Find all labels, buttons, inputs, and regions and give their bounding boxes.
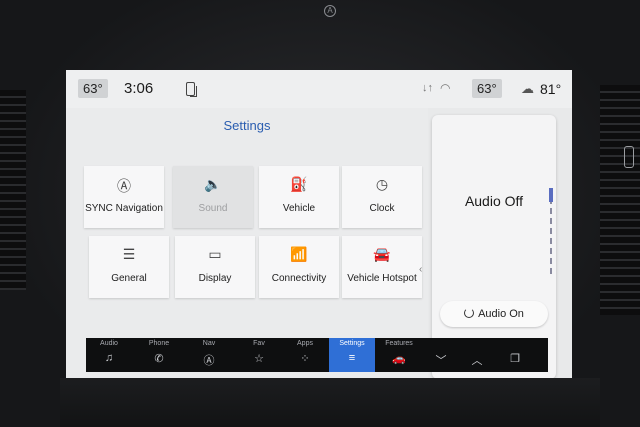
tile-label: Vehicle Hotspot bbox=[347, 273, 417, 284]
audio-on-label: Audio On bbox=[478, 308, 524, 320]
nav-apps[interactable]: Apps ⁘ bbox=[282, 338, 328, 372]
vent-knob bbox=[624, 146, 634, 168]
bottom-nav-bar: Audio ♫ Phone ✆ Nav Ⓐ Fav ☆ Apps ⁘ Setti… bbox=[86, 338, 548, 372]
nav-features[interactable]: Features 🚗 bbox=[376, 338, 422, 372]
tile-connectivity[interactable]: 📶 Connectivity bbox=[259, 236, 339, 298]
signal-icon: ↓↑ bbox=[422, 82, 433, 94]
power-icon bbox=[464, 308, 475, 318]
audio-status: Audio Off bbox=[464, 193, 524, 209]
nav-multitask[interactable]: ❐ bbox=[492, 338, 538, 372]
tile-general[interactable]: ☰ General bbox=[89, 236, 169, 298]
display-icon: ▭ bbox=[208, 246, 222, 262]
tile-display[interactable]: ▭ Display bbox=[175, 236, 255, 298]
nav-settings[interactable]: Settings ≡ bbox=[329, 338, 375, 372]
tile-sound[interactable]: 🔈 Sound bbox=[173, 166, 253, 228]
audio-on-button[interactable]: Audio On bbox=[440, 301, 548, 327]
tile-vehicle[interactable]: ⛽ Vehicle bbox=[259, 166, 339, 228]
nav-audio[interactable]: Audio ♫ bbox=[86, 338, 132, 372]
tile-label: General bbox=[111, 273, 147, 284]
car-icon: 🚗 bbox=[392, 353, 406, 365]
tile-label: Connectivity bbox=[271, 273, 327, 284]
scrollbar-thumb[interactable] bbox=[549, 188, 553, 202]
tile-label: Sound bbox=[198, 203, 228, 214]
wifi-icon: ◠ bbox=[440, 81, 451, 95]
clock-time: 3:06 bbox=[124, 80, 154, 97]
right-air-vent bbox=[600, 85, 640, 315]
nav-label: Apps bbox=[297, 340, 313, 347]
nav-label: Nav bbox=[202, 340, 216, 347]
ford-badge-icon: A bbox=[324, 5, 336, 17]
nav-phone[interactable]: Phone ✆ bbox=[136, 338, 182, 372]
tile-label: Clock bbox=[369, 203, 395, 214]
windows-icon: ❐ bbox=[510, 353, 520, 365]
tile-label: Vehicle bbox=[282, 203, 316, 214]
nav-label: Fav bbox=[253, 340, 265, 347]
tile-clock[interactable]: ◷ Clock bbox=[342, 166, 422, 228]
phone-icon: ✆ bbox=[154, 353, 164, 365]
star-icon: ☆ bbox=[254, 353, 264, 365]
dash-trim bbox=[60, 378, 600, 427]
weather-icon: ☁ bbox=[521, 81, 534, 96]
tile-sync-navigation[interactable]: Ⓐ SYNC Navigation bbox=[84, 166, 164, 228]
apps-grid-icon: ⁘ bbox=[300, 353, 310, 365]
cabin-temp-right[interactable]: 63° bbox=[472, 79, 502, 98]
sliders-icon: ☰ bbox=[122, 246, 136, 262]
outside-temp: 81° bbox=[540, 81, 562, 97]
speaker-icon: 🔈 bbox=[204, 176, 222, 192]
vehicle-icon: ⛽ bbox=[290, 176, 308, 192]
nav-label: Phone bbox=[148, 340, 170, 347]
chevron-left-icon[interactable]: ‹ bbox=[419, 264, 422, 275]
status-bar: 63° 3:06 ↓↑ ◠ 63° ☁ 81° bbox=[66, 70, 572, 108]
nav-label: Audio bbox=[100, 340, 118, 347]
navigation-icon: Ⓐ bbox=[117, 178, 131, 194]
settings-sliders-icon: ≡ bbox=[348, 352, 356, 364]
cabin-temp-left[interactable]: 63° bbox=[78, 79, 108, 98]
music-note-icon: ♫ bbox=[104, 352, 114, 364]
phone-icon[interactable] bbox=[186, 82, 197, 97]
left-air-vent bbox=[0, 90, 26, 290]
navigation-icon: Ⓐ bbox=[203, 355, 215, 367]
nav-label: Features bbox=[385, 340, 413, 347]
clock-icon: ◷ bbox=[375, 176, 389, 192]
tile-label: SYNC Navigation bbox=[85, 203, 163, 214]
tile-vehicle-hotspot[interactable]: 🚘 Vehicle Hotspot bbox=[342, 236, 422, 298]
nav-fav[interactable]: Fav ☆ bbox=[236, 338, 282, 372]
hotspot-icon: 🚘 bbox=[373, 246, 391, 262]
wifi-icon: 📶 bbox=[290, 246, 308, 262]
tile-label: Display bbox=[198, 273, 232, 284]
nav-label: Settings bbox=[339, 340, 365, 347]
nav-nav[interactable]: Nav Ⓐ bbox=[186, 338, 232, 372]
page-title: Settings bbox=[223, 118, 271, 133]
